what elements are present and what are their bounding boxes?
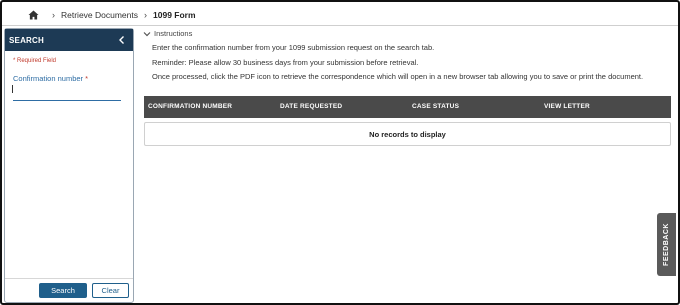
home-icon[interactable] bbox=[28, 10, 39, 20]
feedback-label: FEEDBACK bbox=[663, 223, 671, 266]
breadcrumb: › Retrieve Documents › 1099 Form bbox=[28, 8, 196, 22]
sidebar-title: SEARCH bbox=[9, 35, 44, 45]
clear-button[interactable]: Clear bbox=[92, 283, 129, 298]
chevron-down-icon bbox=[143, 31, 151, 36]
search-button[interactable]: Search bbox=[39, 283, 87, 298]
table-header: CONFIRMATION NUMBER DATE REQUESTED CASE … bbox=[144, 96, 671, 118]
chevron-left-icon[interactable] bbox=[117, 35, 127, 45]
confirmation-number-input[interactable] bbox=[13, 87, 121, 101]
instruction-line: Reminder: Please allow 30 business days … bbox=[152, 58, 419, 67]
breadcrumb-retrieve-documents[interactable]: Retrieve Documents bbox=[61, 10, 138, 20]
instructions-toggle-label: Instructions bbox=[154, 29, 193, 38]
confirmation-number-label: Confirmation number * bbox=[13, 74, 133, 83]
chevron-right-icon: › bbox=[52, 10, 55, 20]
header-divider bbox=[2, 25, 678, 26]
column-header-date-requested[interactable]: DATE REQUESTED bbox=[280, 103, 342, 110]
search-sidebar: SEARCH * Required Field Confirmation num… bbox=[4, 28, 134, 303]
results-table: CONFIRMATION NUMBER DATE REQUESTED CASE … bbox=[144, 96, 671, 146]
instruction-line: Enter the confirmation number from your … bbox=[152, 43, 435, 52]
sidebar-header: SEARCH bbox=[5, 29, 133, 51]
breadcrumb-1099-form: 1099 Form bbox=[153, 10, 196, 20]
required-marker: * bbox=[85, 74, 89, 83]
instruction-line: Once processed, click the PDF icon to re… bbox=[152, 72, 644, 81]
sidebar-footer: Search Clear bbox=[5, 278, 133, 302]
required-field-note: * Required Field bbox=[13, 58, 57, 64]
app-frame: › Retrieve Documents › 1099 Form SEARCH … bbox=[0, 0, 680, 305]
instructions-section: Instructions bbox=[143, 29, 192, 38]
feedback-tab[interactable]: FEEDBACK bbox=[657, 213, 676, 276]
confirmation-number-label-text: Confirmation number bbox=[13, 74, 84, 83]
instructions-toggle[interactable]: Instructions bbox=[143, 29, 192, 38]
column-header-case-status[interactable]: CASE STATUS bbox=[412, 103, 459, 110]
text-caret bbox=[12, 85, 13, 93]
column-header-confirmation-number[interactable]: CONFIRMATION NUMBER bbox=[148, 103, 232, 110]
chevron-right-icon: › bbox=[144, 10, 148, 20]
empty-table-message: No records to display bbox=[144, 122, 671, 146]
column-header-view-letter[interactable]: VIEW LETTER bbox=[544, 103, 590, 110]
